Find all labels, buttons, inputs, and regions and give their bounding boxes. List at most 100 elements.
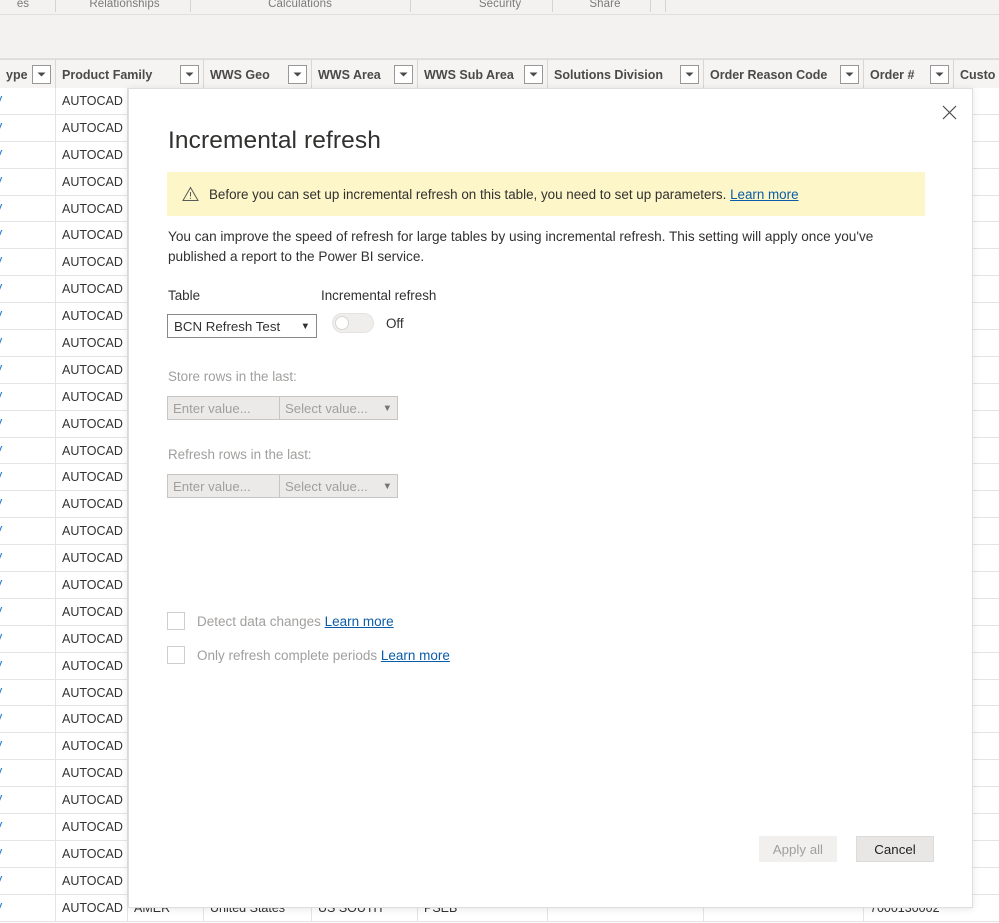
column-header-product-family[interactable]: Product Family — [56, 60, 204, 89]
store-rows-unit-dropdown[interactable]: Select value... ▼ — [280, 396, 398, 420]
column-header-wws-sub-area[interactable]: WWS Sub Area — [418, 60, 548, 89]
table-cell[interactable]: AUTOCAD — [56, 437, 128, 464]
column-header-type[interactable]: ype — [0, 60, 56, 89]
filter-dropdown-icon[interactable] — [288, 65, 307, 84]
table-cell[interactable]: AUTOCAD — [56, 840, 128, 867]
table-cell[interactable]: AUTOCAD — [56, 88, 128, 114]
table-cell[interactable]: V — [0, 168, 56, 195]
filter-dropdown-icon[interactable] — [840, 65, 859, 84]
table-cell[interactable]: V — [0, 733, 56, 760]
table-cell[interactable]: V — [0, 491, 56, 518]
filter-dropdown-icon[interactable] — [930, 65, 949, 84]
table-cell[interactable]: AUTOCAD — [56, 383, 128, 410]
table-cell[interactable]: AUTOCAD — [56, 652, 128, 679]
table-cell[interactable]: V — [0, 410, 56, 437]
table-cell[interactable]: V — [0, 760, 56, 787]
table-cell[interactable]: V — [0, 437, 56, 464]
store-rows-value-input[interactable] — [167, 396, 280, 420]
table-cell[interactable]: V — [0, 652, 56, 679]
table-cell[interactable]: V — [0, 114, 56, 141]
table-cell[interactable]: AUTOCAD — [56, 249, 128, 276]
table-cell[interactable]: AUTOCAD — [56, 330, 128, 357]
table-cell[interactable]: V — [0, 894, 56, 921]
table-cell[interactable]: AUTOCAD — [56, 706, 128, 733]
refresh-rows-value-input[interactable] — [167, 474, 280, 498]
table-cell[interactable]: V — [0, 222, 56, 249]
close-icon[interactable] — [934, 97, 964, 127]
table-cell[interactable]: AUTOCAD — [56, 867, 128, 894]
ribbon-group-tables[interactable]: es — [0, 0, 46, 10]
table-cell[interactable]: V — [0, 625, 56, 652]
table-cell[interactable]: V — [0, 464, 56, 491]
table-cell[interactable]: AUTOCAD — [56, 222, 128, 249]
table-cell[interactable]: AUTOCAD — [56, 598, 128, 625]
incremental-refresh-toggle[interactable]: Off — [332, 313, 404, 333]
table-cell[interactable]: V — [0, 787, 56, 814]
apply-all-button[interactable]: Apply all — [758, 836, 837, 862]
table-cell[interactable]: AUTOCAD — [56, 464, 128, 491]
table-cell[interactable]: V — [0, 840, 56, 867]
only-refresh-complete-periods-checkbox[interactable] — [167, 646, 185, 664]
table-cell[interactable]: V — [0, 276, 56, 303]
table-cell[interactable]: V — [0, 545, 56, 572]
refresh-rows-unit-dropdown[interactable]: Select value... ▼ — [280, 474, 398, 498]
table-cell[interactable]: AUTOCAD — [56, 141, 128, 168]
table-cell[interactable]: V — [0, 814, 56, 841]
table-cell[interactable]: AUTOCAD — [56, 787, 128, 814]
table-cell[interactable]: AUTOCAD — [56, 679, 128, 706]
table-cell[interactable]: AUTOCAD — [56, 894, 128, 921]
table-cell[interactable]: V — [0, 249, 56, 276]
table-cell[interactable]: V — [0, 195, 56, 222]
only-refresh-complete-periods-row[interactable]: Only refresh complete periods Learn more — [167, 646, 450, 664]
table-cell[interactable]: AUTOCAD — [56, 168, 128, 195]
table-cell[interactable]: V — [0, 598, 56, 625]
table-cell[interactable]: V — [0, 303, 56, 330]
table-cell[interactable]: AUTOCAD — [56, 410, 128, 437]
ribbon-group-relationships[interactable]: Relationships — [62, 0, 187, 10]
column-header-order-number[interactable]: Order # — [864, 60, 954, 89]
only-refresh-complete-periods-learn-more-link[interactable]: Learn more — [381, 648, 450, 663]
table-cell[interactable]: V — [0, 572, 56, 599]
ribbon-group-security[interactable]: Security — [420, 0, 580, 10]
table-cell[interactable]: AUTOCAD — [56, 356, 128, 383]
table-cell[interactable]: V — [0, 141, 56, 168]
table-cell[interactable]: AUTOCAD — [56, 491, 128, 518]
ribbon-group-share[interactable]: Share — [560, 0, 650, 10]
table-cell[interactable]: V — [0, 383, 56, 410]
table-cell[interactable]: AUTOCAD — [56, 572, 128, 599]
table-cell[interactable]: V — [0, 88, 56, 114]
table-cell[interactable]: AUTOCAD — [56, 518, 128, 545]
filter-dropdown-icon[interactable] — [680, 65, 699, 84]
column-header-solutions-division[interactable]: Solutions Division — [548, 60, 704, 89]
filter-dropdown-icon[interactable] — [524, 65, 543, 84]
table-dropdown[interactable]: BCN Refresh Test ▼ — [167, 314, 317, 338]
column-header-customer[interactable]: Custo — [954, 60, 999, 89]
column-header-order-reason-code[interactable]: Order Reason Code — [704, 60, 864, 89]
cancel-button[interactable]: Cancel — [856, 836, 934, 862]
table-cell[interactable]: AUTOCAD — [56, 303, 128, 330]
table-cell[interactable]: AUTOCAD — [56, 760, 128, 787]
table-cell[interactable]: AUTOCAD — [56, 625, 128, 652]
warning-learn-more-link[interactable]: Learn more — [730, 187, 798, 202]
table-cell[interactable]: AUTOCAD — [56, 733, 128, 760]
column-header-wws-geo[interactable]: WWS Geo — [204, 60, 312, 89]
ribbon-group-calculations[interactable]: Calculations — [200, 0, 400, 10]
filter-dropdown-icon[interactable] — [394, 65, 413, 84]
table-cell[interactable]: V — [0, 518, 56, 545]
table-cell[interactable]: V — [0, 679, 56, 706]
table-cell[interactable]: V — [0, 867, 56, 894]
table-cell[interactable]: AUTOCAD — [56, 814, 128, 841]
table-cell[interactable]: V — [0, 356, 56, 383]
table-cell[interactable]: V — [0, 330, 56, 357]
table-cell[interactable]: AUTOCAD — [56, 276, 128, 303]
table-cell[interactable]: AUTOCAD — [56, 114, 128, 141]
table-cell[interactable]: AUTOCAD — [56, 545, 128, 572]
detect-data-changes-row[interactable]: Detect data changes Learn more — [167, 612, 394, 630]
table-cell[interactable]: V — [0, 706, 56, 733]
detect-data-changes-learn-more-link[interactable]: Learn more — [325, 614, 394, 629]
table-cell[interactable]: AUTOCAD — [56, 195, 128, 222]
column-header-wws-area[interactable]: WWS Area — [312, 60, 418, 89]
filter-dropdown-icon[interactable] — [180, 65, 199, 84]
detect-data-changes-checkbox[interactable] — [167, 612, 185, 630]
filter-dropdown-icon[interactable] — [32, 65, 51, 84]
